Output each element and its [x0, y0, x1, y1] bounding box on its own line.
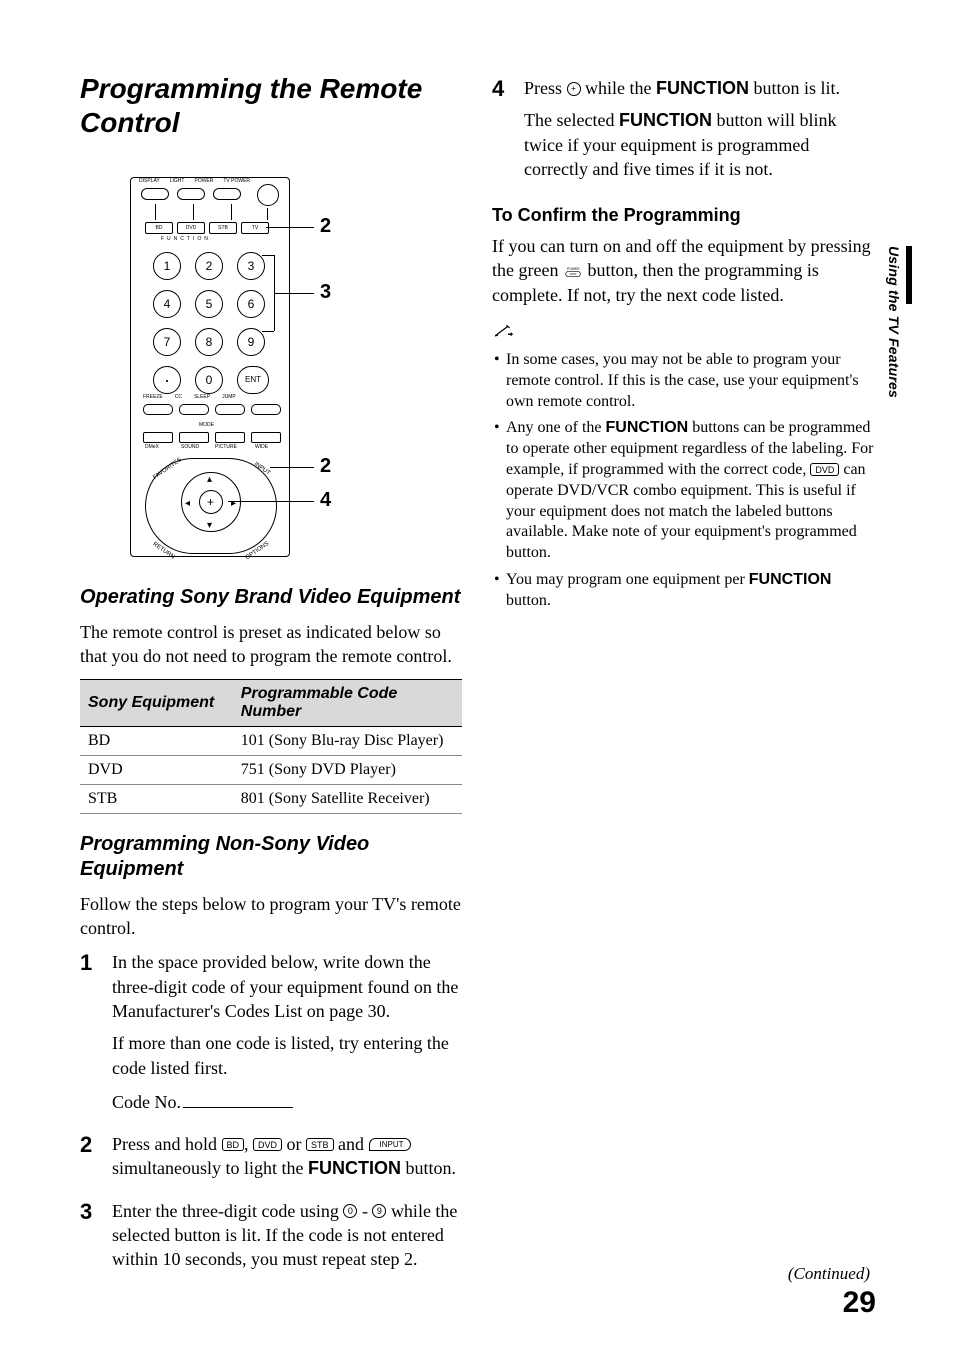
step1-p1: In the space provided below, write down … [112, 950, 462, 1023]
input-icon: INPUT [369, 1138, 411, 1151]
power-button [213, 188, 241, 200]
num-2: 2 [195, 252, 223, 280]
dvd-icon: DVD [810, 463, 839, 476]
num-1: 1 [153, 252, 181, 280]
num-dot [153, 366, 181, 394]
code-no-line: Code No. [112, 1088, 462, 1114]
remote-diagram: DISPLAY LIGHT POWER TV POWER [110, 167, 330, 567]
page-title: Programming the Remote Control [80, 72, 462, 139]
section-tab-label: Using the TV Features [886, 246, 902, 398]
func-bd: BD [145, 222, 173, 234]
table-row: STB801 (Sony Satellite Receiver) [80, 784, 462, 813]
callout-4: 4 [320, 489, 331, 512]
lbl-sound: SOUND [181, 444, 199, 450]
confirm-text: If you can turn on and off the equipment… [492, 234, 874, 307]
num-0: 0 [195, 366, 223, 394]
callout-2b: 2 [320, 455, 331, 478]
num-7: 7 [153, 328, 181, 356]
left-column: Programming the Remote Control DISPLAY L… [80, 72, 462, 1289]
heading-sony: Operating Sony Brand Video Equipment [80, 585, 462, 610]
label-light: LIGHT [170, 178, 185, 184]
note-2: Any one of the FUNCTION buttons can be p… [506, 418, 874, 564]
step4-p1: Press + while the FUNCTION button is lit… [524, 76, 874, 100]
lbl-picture: PICTURE [215, 444, 237, 450]
codes-table: Sony Equipment Programmable Code Number … [80, 679, 462, 814]
lbl-freeze: FREEZE [143, 394, 163, 400]
svg-text:POWER: POWER [567, 267, 580, 271]
func-dvd: DVD [177, 222, 205, 234]
step-2: 2 Press and hold BD, DVD or STB and INPU… [80, 1132, 462, 1189]
wide-button [251, 432, 281, 443]
note-1: In some cases, you may not be able to pr… [506, 350, 874, 412]
lbl-wide: WIDE [255, 444, 268, 450]
heading-confirm: To Confirm the Programming [492, 205, 874, 226]
tvpower-button [257, 184, 279, 206]
note-3: You may program one equipment per FUNCTI… [506, 570, 874, 612]
right-column: 4 Press + while the FUNCTION button is l… [492, 72, 874, 1289]
number-pad: 1 2 3 4 5 6 7 8 9 0 ENT [153, 252, 265, 394]
section-tab: Using the TV Features [886, 246, 912, 446]
manual-page: Using the TV Features Programming the Re… [0, 0, 954, 1356]
bd-icon: BD [222, 1138, 245, 1151]
callout-3: 3 [320, 281, 331, 304]
lbl-sleep: SLEEP [194, 394, 210, 400]
lbl-jump: JUMP [222, 394, 236, 400]
callout-2a: 2 [320, 215, 331, 238]
num-9: 9 [237, 328, 265, 356]
intro-nonsony: Follow the steps below to program your T… [80, 892, 462, 941]
notes-list: In some cases, you may not be able to pr… [492, 350, 874, 612]
num-3: 3 [237, 252, 265, 280]
func-stb: STB [209, 222, 237, 234]
note-icon [492, 323, 516, 339]
mode-group-label: MODE [199, 422, 214, 428]
step-3: 3 Enter the three-digit code using 0 - 9… [80, 1199, 462, 1280]
light-button [177, 188, 205, 200]
freeze-button [143, 404, 173, 415]
step-1: 1 In the space provided below, write dow… [80, 950, 462, 1122]
sleep-button [215, 404, 245, 415]
table-row: BD101 (Sony Blu-ray Disc Player) [80, 726, 462, 755]
func-tv: TV [241, 222, 269, 234]
num-4: 4 [153, 290, 181, 318]
cc-button [179, 404, 209, 415]
lbl-cc: CC [175, 394, 182, 400]
continued-label: (Continued) [788, 1264, 870, 1284]
num-6: 6 [237, 290, 265, 318]
display-button [141, 188, 169, 200]
step3-text: Enter the three-digit code using 0 - 9 w… [112, 1199, 462, 1272]
step4-p2: The selected FUNCTION button will blink … [524, 108, 874, 181]
label-power: POWER [194, 178, 213, 184]
step-4: 4 Press + while the FUNCTION button is l… [492, 76, 874, 189]
step2-text: Press and hold BD, DVD or STB and INPUT … [112, 1132, 462, 1181]
sound-button [179, 432, 209, 443]
dvd-icon: DVD [253, 1138, 282, 1151]
label-tvpower: TV POWER [223, 178, 250, 184]
num-8: 8 [195, 328, 223, 356]
power-icon: POWER [563, 265, 583, 278]
th-equipment: Sony Equipment [80, 679, 233, 726]
stb-icon: STB [306, 1138, 334, 1151]
num-ent: ENT [237, 366, 269, 394]
page-number: 29 [843, 1286, 876, 1320]
nine-icon: 9 [372, 1204, 386, 1218]
lbl-dmex: DMeX [145, 444, 159, 450]
label-display: DISPLAY [139, 178, 160, 184]
enter-icon: + [567, 82, 581, 96]
heading-nonsony: Programming Non-Sony Video Equipment [80, 832, 462, 882]
step1-p2: If more than one code is listed, try ent… [112, 1031, 462, 1080]
nav-pad: + ▴ ▾ ◂ ▸ FAVORITES INPUT RETURN OPTIONS [145, 458, 277, 558]
function-row-label: FUNCTION [161, 236, 211, 242]
intro-sony: The remote control is preset as indicate… [80, 620, 462, 669]
num-5: 5 [195, 290, 223, 318]
picture-button [215, 432, 245, 443]
jump-button [251, 404, 281, 415]
table-row: DVD751 (Sony DVD Player) [80, 755, 462, 784]
zero-icon: 0 [343, 1204, 357, 1218]
dmex-button [143, 432, 173, 443]
th-code: Programmable Code Number [233, 679, 462, 726]
